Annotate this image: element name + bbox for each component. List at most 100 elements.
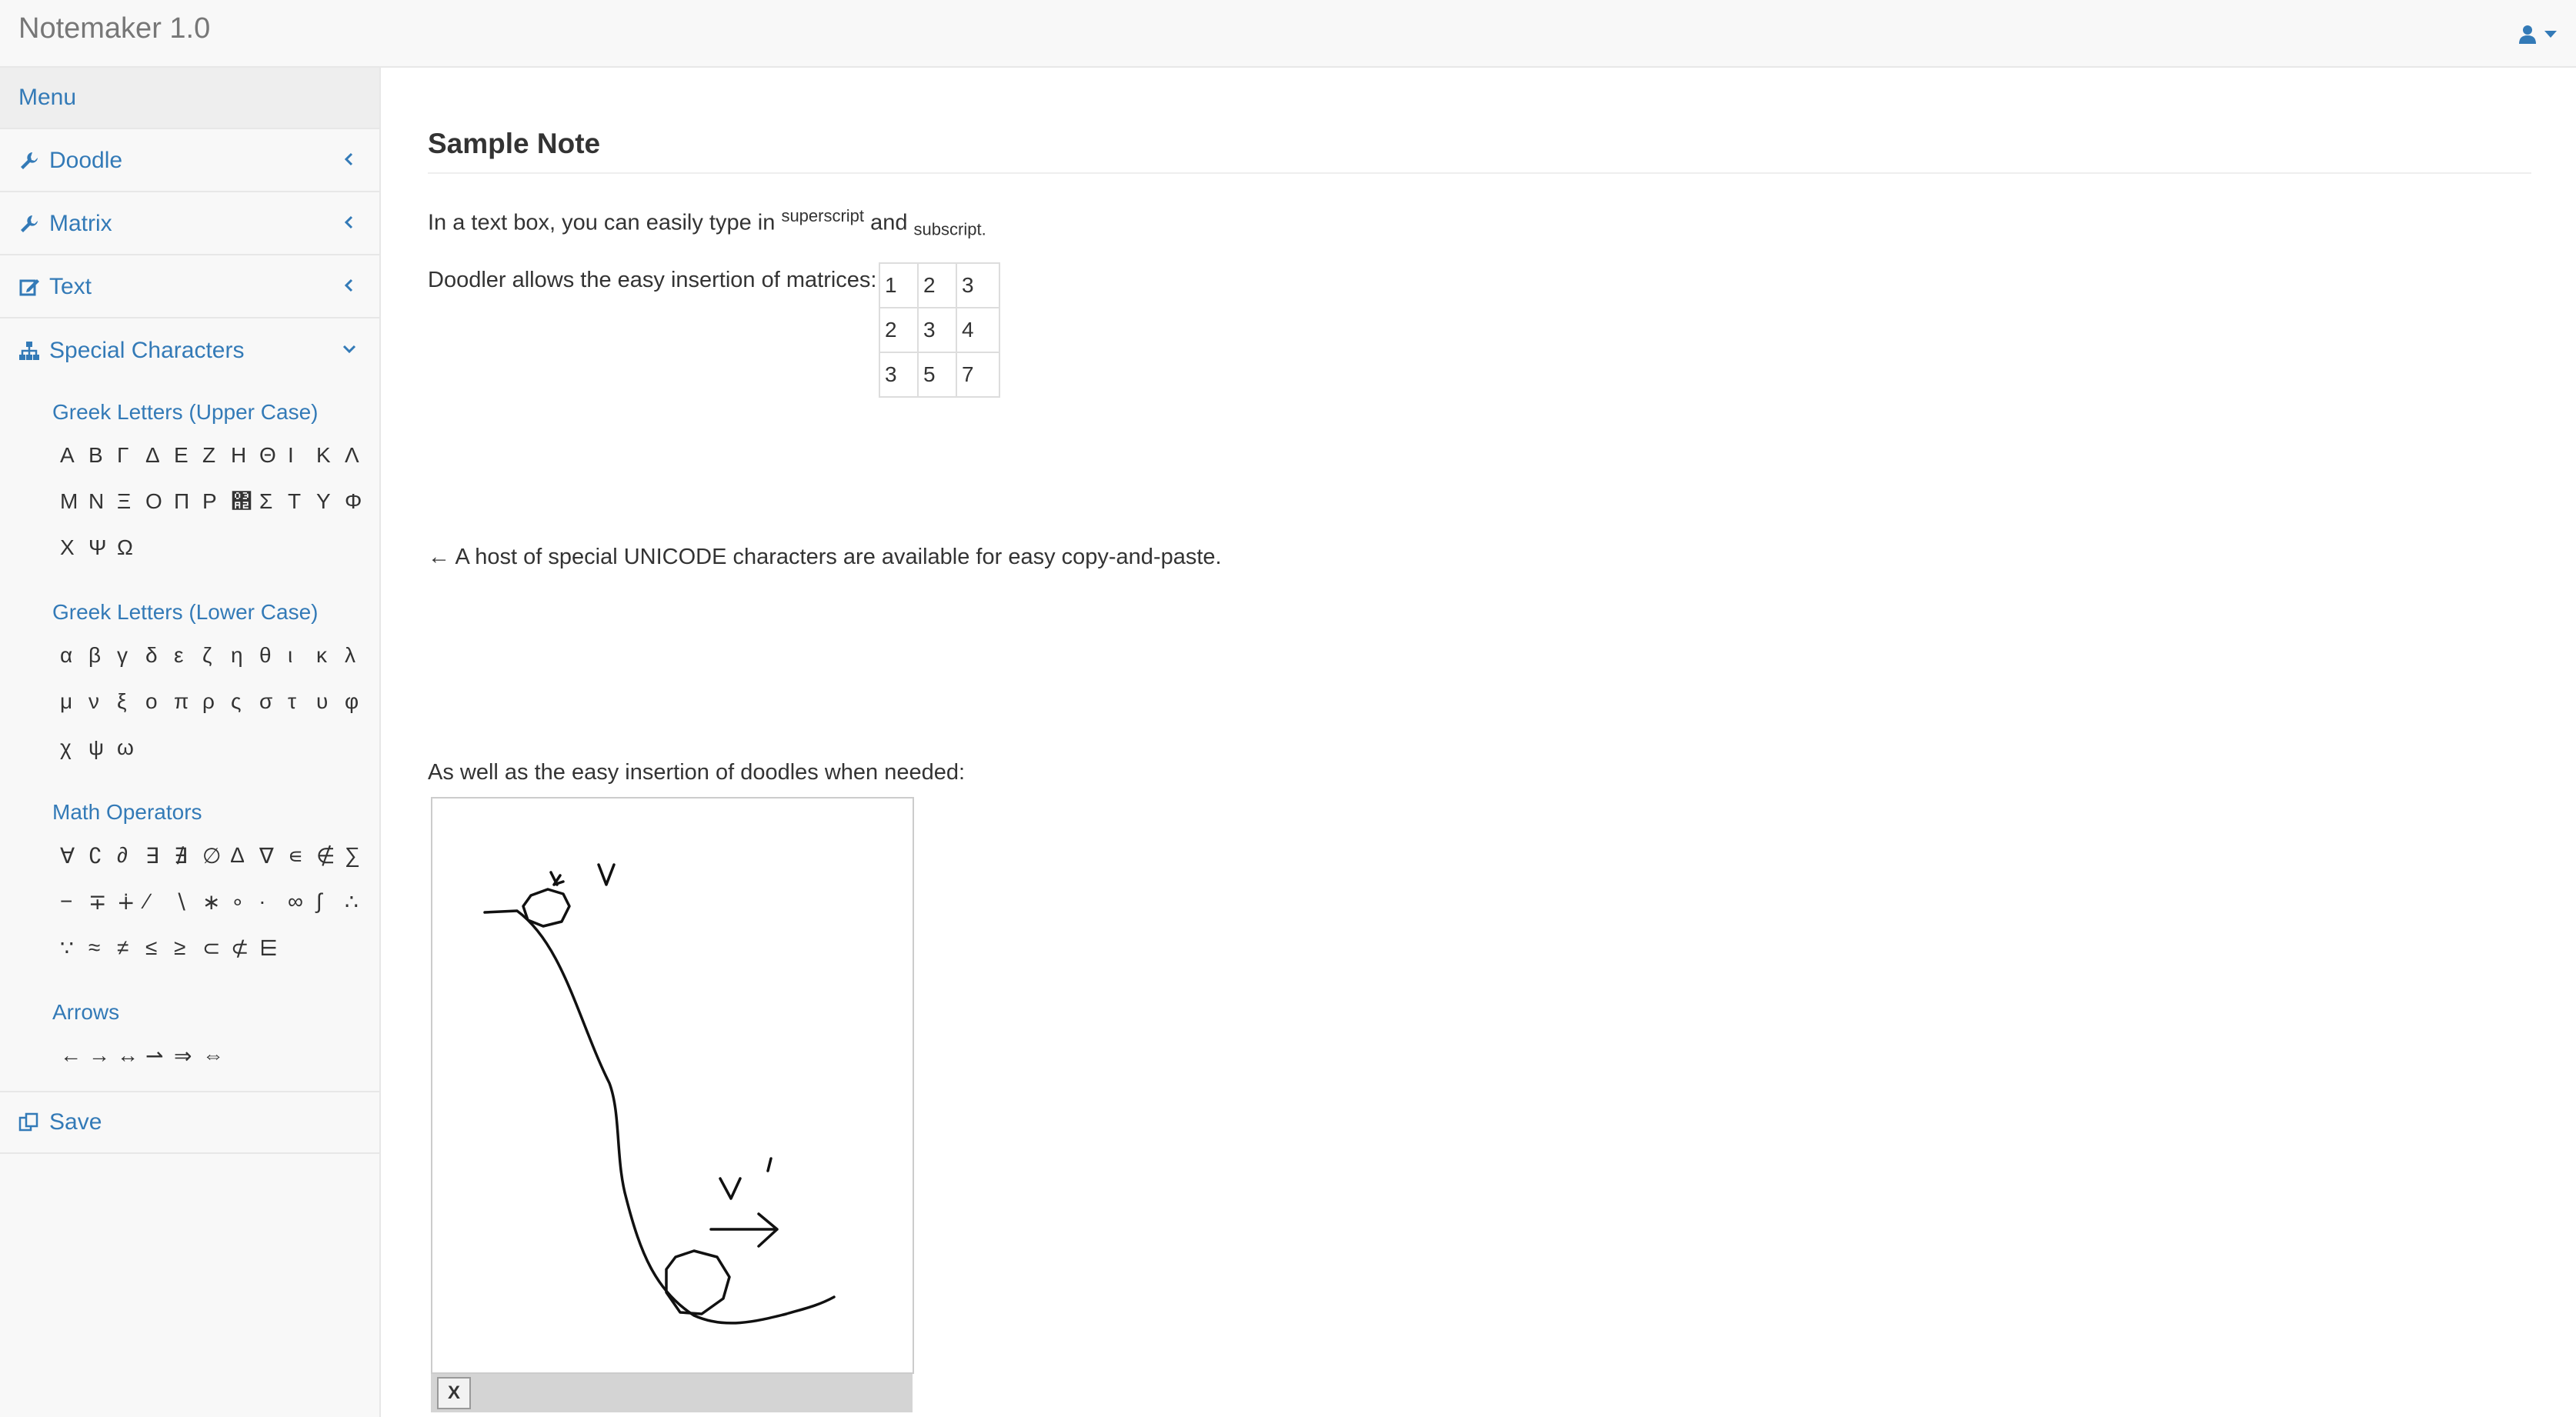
special-char-button[interactable]: Σ: [259, 489, 288, 514]
special-char-button[interactable]: ∕: [145, 889, 174, 915]
special-char-button[interactable]: →: [88, 1043, 117, 1069]
text-box-line[interactable]: ← A host of special UNICODE characters a…: [428, 545, 1222, 570]
special-char-button[interactable]: τ: [288, 689, 316, 714]
special-char-button[interactable]: ρ: [202, 689, 231, 714]
special-char-button[interactable]: ⇀: [145, 1043, 174, 1069]
special-char-button[interactable]: ∘: [231, 889, 259, 915]
special-char-button[interactable]: Δ: [145, 443, 174, 468]
special-char-button[interactable]: ∁: [88, 843, 117, 869]
special-char-button[interactable]: ΢: [231, 489, 259, 514]
special-char-button[interactable]: ∴: [345, 889, 373, 915]
special-char-button[interactable]: Μ: [60, 489, 88, 514]
special-char-button[interactable]: ∖: [174, 889, 202, 915]
special-char-button[interactable]: γ: [117, 643, 145, 668]
special-char-button[interactable]: ∞: [288, 889, 316, 915]
special-char-button[interactable]: ≈: [88, 935, 117, 961]
special-char-button[interactable]: ⇒: [174, 1043, 202, 1069]
special-char-button[interactable]: Θ: [259, 443, 288, 468]
special-char-button[interactable]: Φ: [345, 489, 373, 514]
doodle-clear-button[interactable]: X: [437, 1377, 471, 1409]
special-char-button[interactable]: ⇔: [202, 1043, 231, 1069]
special-char-button[interactable]: φ: [345, 689, 373, 714]
special-char-button[interactable]: α: [60, 643, 88, 668]
special-char-button[interactable]: ∆: [231, 843, 259, 869]
matrix-table[interactable]: 1 2 3 2 3 4 3 5 7: [879, 262, 1000, 398]
special-char-button[interactable]: ∑: [345, 843, 373, 869]
special-char-button[interactable]: ο: [145, 689, 174, 714]
matrix-cell[interactable]: 4: [956, 307, 1000, 353]
special-char-button[interactable]: ∙: [259, 889, 288, 915]
doodle-canvas[interactable]: [431, 797, 914, 1374]
special-char-button[interactable]: λ: [345, 643, 373, 668]
special-char-button[interactable]: σ: [259, 689, 288, 714]
special-char-button[interactable]: ∅: [202, 843, 231, 869]
special-char-button[interactable]: ψ: [88, 735, 117, 760]
matrix-cell[interactable]: 3: [917, 307, 957, 353]
special-char-button[interactable]: Ζ: [202, 443, 231, 468]
special-char-button[interactable]: −: [60, 889, 88, 915]
text-box-line[interactable]: As well as the easy insertion of doodles…: [428, 760, 965, 785]
special-char-button[interactable]: ≥: [174, 935, 202, 961]
special-char-button[interactable]: ν: [88, 689, 117, 714]
special-char-button[interactable]: Ν: [88, 489, 117, 514]
special-char-button[interactable]: Υ: [316, 489, 345, 514]
matrix-cell[interactable]: 7: [956, 352, 1000, 398]
special-char-button[interactable]: η: [231, 643, 259, 668]
user-menu-button[interactable]: [2518, 17, 2558, 51]
special-char-button[interactable]: ∇: [259, 843, 288, 869]
special-char-button[interactable]: ∔: [117, 889, 145, 915]
special-char-button[interactable]: Α: [60, 443, 88, 468]
special-char-button[interactable]: μ: [60, 689, 88, 714]
special-char-button[interactable]: ∓: [88, 889, 117, 915]
special-char-button[interactable]: Η: [231, 443, 259, 468]
special-char-button[interactable]: ∂: [117, 843, 145, 869]
matrix-cell[interactable]: 2: [917, 262, 957, 308]
special-char-button[interactable]: ξ: [117, 689, 145, 714]
special-char-button[interactable]: ∉: [316, 843, 345, 869]
sidebar-item-text[interactable]: Text: [0, 257, 379, 318]
special-char-button[interactable]: ≤: [145, 935, 174, 961]
special-char-button[interactable]: Ψ: [88, 535, 117, 560]
special-char-button[interactable]: ε: [174, 643, 202, 668]
special-char-button[interactable]: ⊂: [202, 935, 231, 961]
special-char-button[interactable]: Ε: [174, 443, 202, 468]
text-box-line[interactable]: In a text box, you can easily type in su…: [428, 206, 986, 239]
special-char-button[interactable]: θ: [259, 643, 288, 668]
special-char-button[interactable]: ζ: [202, 643, 231, 668]
special-char-button[interactable]: δ: [145, 643, 174, 668]
special-char-button[interactable]: Β: [88, 443, 117, 468]
special-char-button[interactable]: Ι: [288, 443, 316, 468]
special-char-button[interactable]: Ρ: [202, 489, 231, 514]
matrix-cell[interactable]: 1: [879, 262, 919, 308]
special-char-button[interactable]: ⊄: [231, 935, 259, 961]
special-char-button[interactable]: Ω: [117, 535, 145, 560]
special-char-button[interactable]: χ: [60, 735, 88, 760]
special-char-button[interactable]: Τ: [288, 489, 316, 514]
special-char-button[interactable]: ∀: [60, 843, 88, 869]
matrix-cell[interactable]: 3: [956, 262, 1000, 308]
special-char-button[interactable]: υ: [316, 689, 345, 714]
special-char-button[interactable]: ∄: [174, 843, 202, 869]
special-char-button[interactable]: ω: [117, 735, 145, 760]
sidebar-item-matrix[interactable]: Matrix: [0, 194, 379, 255]
special-char-button[interactable]: ∵: [60, 935, 88, 961]
special-char-button[interactable]: ∫: [316, 889, 345, 915]
special-char-button[interactable]: ⋿: [259, 935, 288, 961]
special-char-button[interactable]: ↔: [117, 1043, 145, 1069]
special-char-button[interactable]: ←: [60, 1043, 88, 1069]
special-char-button[interactable]: ≠: [117, 935, 145, 961]
sidebar-item-doodle[interactable]: Doodle: [0, 131, 379, 192]
special-char-button[interactable]: Ξ: [117, 489, 145, 514]
special-char-button[interactable]: Λ: [345, 443, 373, 468]
special-char-button[interactable]: π: [174, 689, 202, 714]
special-char-button[interactable]: ∃: [145, 843, 174, 869]
matrix-cell[interactable]: 2: [879, 307, 919, 353]
sidebar-item-save[interactable]: Save: [0, 1092, 379, 1154]
special-char-button[interactable]: κ: [316, 643, 345, 668]
special-char-button[interactable]: β: [88, 643, 117, 668]
special-char-button[interactable]: ι: [288, 643, 316, 668]
matrix-cell[interactable]: 3: [879, 352, 919, 398]
special-char-button[interactable]: ∗: [202, 889, 231, 915]
app-title[interactable]: Notemaker 1.0: [18, 12, 210, 45]
special-char-button[interactable]: Γ: [117, 443, 145, 468]
